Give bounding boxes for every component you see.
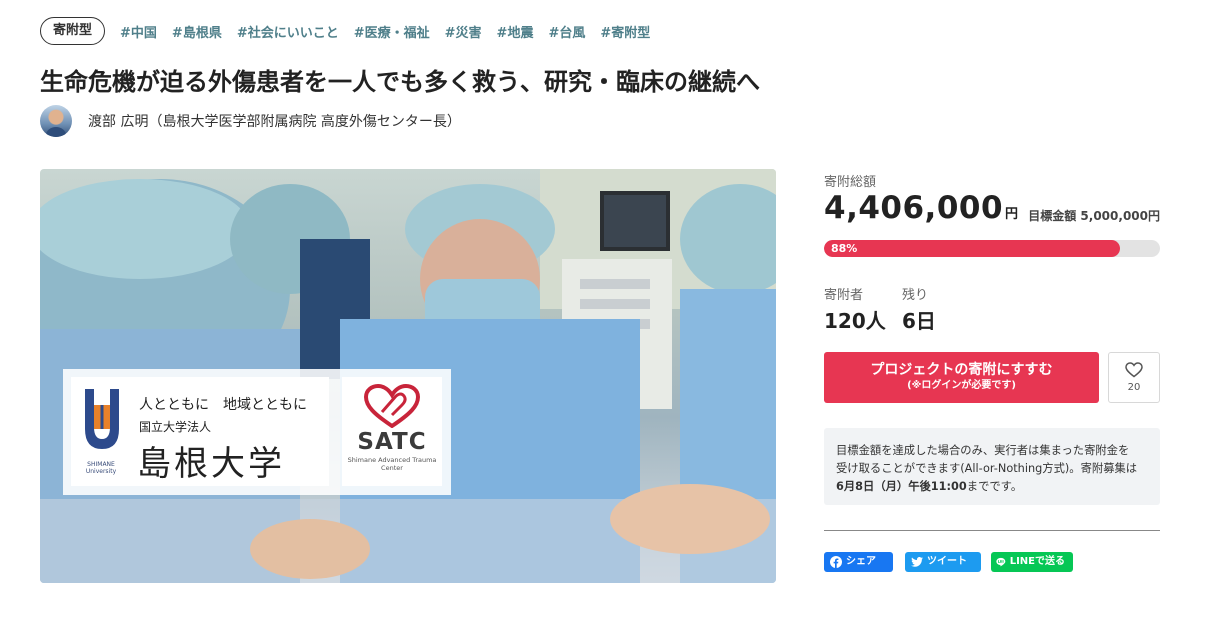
all-or-nothing-note: 目標金額を達成した場合のみ、実行者は集まった寄附金を 受け取ることができます(A…	[824, 428, 1160, 505]
supporters-value: 120人	[824, 309, 886, 333]
tag-link[interactable]: #医療・福祉	[354, 22, 430, 41]
note-line-1: 目標金額を達成した場合のみ、実行者は集まった寄附金を	[836, 444, 1130, 457]
progress-percent: 88%	[831, 242, 858, 255]
satc-wordmark: SATC	[357, 429, 427, 455]
type-badge[interactable]: 寄附型	[40, 17, 106, 45]
remaining-label: 残り	[902, 288, 929, 303]
twitter-bird-icon	[911, 557, 923, 567]
donate-button[interactable]: プロジェクトの寄附にすすむ (※ログインが必要です)	[824, 352, 1099, 403]
university-emblem-icon	[85, 389, 119, 449]
line-share-label: LINEで送る	[1009, 556, 1065, 567]
project-owner[interactable]: 渡部 広明（島根大学医学部附属病院 高度外傷センター長）	[40, 105, 461, 137]
total-unit: 円	[1005, 207, 1019, 222]
note-suffix: までです。	[966, 480, 1023, 493]
satc-caption: Shimane Advanced Trauma Center	[347, 456, 437, 472]
note-line-2: 受け取ることができます(All-or-Nothing方式)。寄附募集は	[836, 462, 1138, 475]
twitter-share-button[interactable]: ツイート	[905, 552, 981, 572]
tag-link[interactable]: #中国	[120, 22, 157, 41]
donate-button-label: プロジェクトの寄附にすすむ	[870, 362, 1053, 378]
remaining-value: 6日	[902, 309, 936, 333]
tag-link[interactable]: #島根県	[172, 22, 222, 41]
tag-link[interactable]: #台風	[548, 22, 585, 41]
favorite-button[interactable]: 20	[1108, 352, 1160, 403]
progress-fill: 88%	[824, 240, 1120, 257]
emblem-caption: SHIMANE University	[85, 461, 117, 475]
heart-icon	[1125, 362, 1143, 378]
tag-link[interactable]: #地震	[497, 22, 534, 41]
tag-link[interactable]: #災害	[445, 22, 482, 41]
goal-label: 目標金額	[1028, 209, 1077, 223]
donate-button-sublabel: (※ログインが必要です)	[907, 380, 1016, 391]
hero-image: SHIMANE University 人とともに 地域とともに 国立大学法人 島…	[40, 169, 776, 583]
owner-avatar[interactable]	[40, 105, 72, 137]
project-title: 生命危機が迫る外傷患者を一人でも多く救う、研究・臨床の継続へ	[40, 68, 760, 96]
progress-bar: 88%	[824, 240, 1160, 257]
satc-logo: SATC Shimane Advanced Trauma Center	[342, 377, 442, 486]
facebook-icon	[830, 556, 842, 568]
total-amount: 4,406,000	[824, 190, 1004, 226]
owner-name[interactable]: 渡部 広明（島根大学医学部附属病院 高度外傷センター長）	[88, 111, 461, 131]
line-icon	[996, 557, 1006, 567]
tag-link[interactable]: #社会にいいこと	[237, 22, 339, 41]
divider	[824, 530, 1160, 531]
university-name: 島根大学	[137, 444, 285, 484]
heart-emblem-icon	[364, 384, 420, 428]
shimane-university-logo: SHIMANE University 人とともに 地域とともに 国立大学法人 島…	[71, 377, 329, 486]
line-share-button[interactable]: LINEで送る	[991, 552, 1073, 572]
facebook-share-label: シェア	[846, 556, 876, 567]
facebook-share-button[interactable]: シェア	[824, 552, 893, 572]
tag-link[interactable]: #寄附型	[600, 22, 650, 41]
favorite-count: 20	[1127, 382, 1141, 393]
tags-row: 寄附型 #中国 #島根県 #社会にいいこと #医療・福祉 #災害 #地震 #台風…	[40, 17, 650, 45]
supporters-label: 寄附者	[824, 288, 864, 303]
logo-panel: SHIMANE University 人とともに 地域とともに 国立大学法人 島…	[63, 369, 451, 495]
note-deadline: 6月8日（月）午後11:00	[836, 480, 967, 493]
goal-amount: 目標金額 5,000,000円	[1028, 207, 1160, 224]
total-label: 寄附総額	[824, 175, 877, 190]
total-amount-row: 4,406,000 円	[824, 190, 1018, 226]
twitter-share-label: ツイート	[927, 556, 967, 567]
university-slogan: 人とともに 地域とともに	[139, 397, 307, 413]
university-corp: 国立大学法人	[139, 420, 212, 434]
note-line-3: 6月8日（月）午後11:00までです。	[836, 478, 1148, 496]
goal-value: 5,000,000円	[1080, 209, 1160, 223]
